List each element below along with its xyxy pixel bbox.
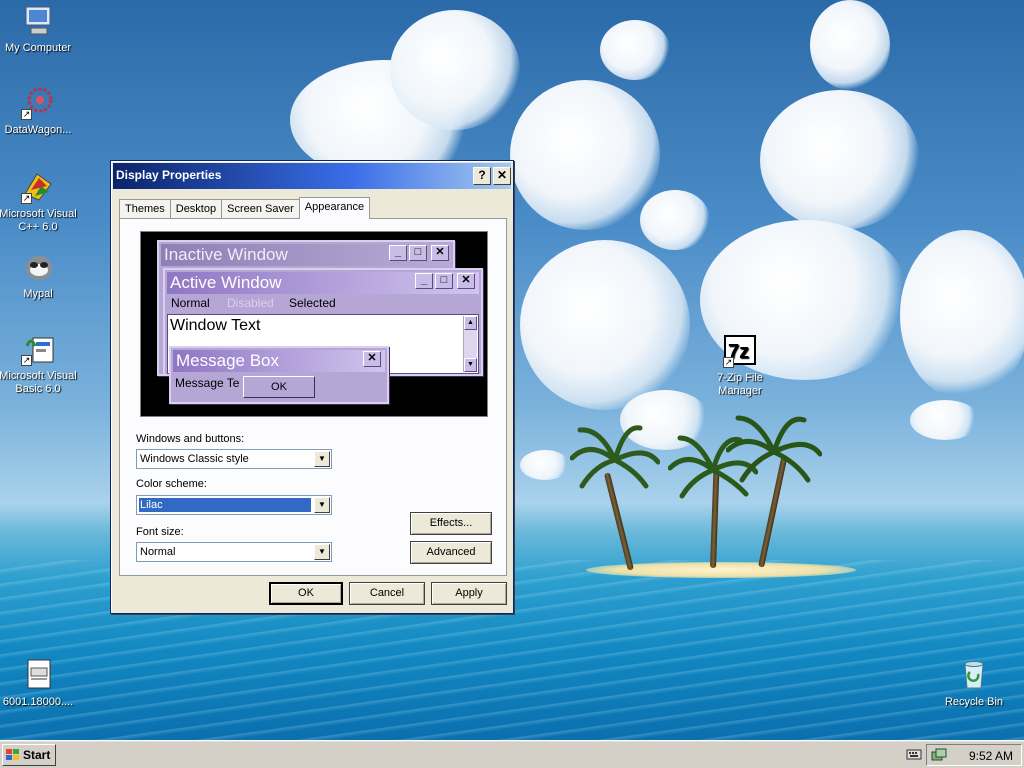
cancel-button[interactable]: Cancel xyxy=(349,582,425,605)
apply-button[interactable]: Apply xyxy=(431,582,507,605)
chevron-down-icon[interactable]: ▼ xyxy=(314,497,330,513)
computer-icon xyxy=(21,4,55,38)
shortcut-arrow-icon: ↗ xyxy=(21,109,32,120)
desktop-icon-7zip[interactable]: 7z ↗ 7-Zip File Manager xyxy=(700,334,780,398)
close-icon: ✕ xyxy=(457,273,475,289)
desktop-icon-my-computer[interactable]: My Computer xyxy=(0,4,78,55)
cloud xyxy=(520,450,570,480)
cloud xyxy=(640,190,710,250)
recycle-bin-icon xyxy=(957,658,991,692)
palm-crown xyxy=(570,425,660,489)
cloud xyxy=(600,20,670,80)
font-size-label: Font size: xyxy=(136,526,184,538)
visual-basic-icon: ↗ xyxy=(21,332,55,366)
preview-scrollbar: ▲ ▼ xyxy=(463,316,477,372)
7zip-icon: 7z ↗ xyxy=(723,334,757,368)
ok-button[interactable]: OK xyxy=(269,582,343,605)
preview-menu-normal: Normal xyxy=(171,296,210,310)
system-tray: 9:52 AM xyxy=(926,744,1022,766)
windows-buttons-value: Windows Classic style xyxy=(140,453,249,465)
chevron-down-icon[interactable]: ▼ xyxy=(314,451,330,467)
effects-button[interactable]: Effects... xyxy=(410,512,492,535)
cloud xyxy=(760,90,920,230)
desktop-icon-label: 7-Zip File Manager xyxy=(717,372,763,397)
preview-menu-disabled: Disabled xyxy=(227,296,274,310)
font-size-select[interactable]: Normal ▼ xyxy=(136,542,332,562)
cloud xyxy=(810,0,890,90)
desktop-icon-file[interactable]: 6001.18000.... xyxy=(0,658,78,709)
close-icon: ✕ xyxy=(431,245,449,261)
maximize-icon: □ xyxy=(409,245,427,261)
preview-message-box-title: Message Box xyxy=(173,350,385,372)
taskbar: Start 9:52 AM xyxy=(0,740,1024,768)
maximize-icon: □ xyxy=(435,273,453,289)
appearance-panel: Inactive Window _ □ ✕ Active Window _ □ … xyxy=(119,218,507,576)
preview-message-box: Message Box ✕ Message Te OK xyxy=(169,346,389,404)
desktop-icon-datawagon[interactable]: ↗ DataWagon... xyxy=(0,86,78,137)
preview-message-text: Message Te xyxy=(175,376,240,390)
keyboard-icon[interactable] xyxy=(906,747,922,764)
help-button[interactable]: ? xyxy=(473,167,491,185)
shortcut-arrow-icon: ↗ xyxy=(21,193,32,204)
desktop-icon-label: DataWagon... xyxy=(4,124,72,136)
cloud xyxy=(510,80,660,230)
shortcut-arrow-icon: ↗ xyxy=(21,355,32,366)
appearance-preview: Inactive Window _ □ ✕ Active Window _ □ … xyxy=(140,231,488,417)
windows-buttons-select[interactable]: Windows Classic style ▼ xyxy=(136,449,332,469)
desktop-icon-label: Microsoft Visual C++ 6.0 xyxy=(0,208,77,233)
cloud xyxy=(910,400,980,440)
tab-themes[interactable]: Themes xyxy=(119,199,171,219)
minimize-icon: _ xyxy=(389,245,407,261)
windows-logo-icon xyxy=(6,749,19,760)
color-scheme-value: Lilac xyxy=(138,497,312,513)
palm-crown xyxy=(726,415,822,483)
scroll-up-icon: ▲ xyxy=(464,316,477,330)
visual-cpp-icon: ↗ xyxy=(21,170,55,204)
cloud xyxy=(900,230,1024,400)
cloud xyxy=(520,240,690,410)
cloud xyxy=(390,10,520,130)
preview-inactive-title: Inactive Window xyxy=(161,244,451,266)
file-icon xyxy=(21,658,55,692)
preview-menu-selected: Selected xyxy=(289,296,336,310)
shortcut-arrow-icon: ↗ xyxy=(723,357,734,368)
network-icon[interactable] xyxy=(931,748,947,767)
start-button[interactable]: Start xyxy=(2,744,56,766)
color-scheme-select[interactable]: Lilac ▼ xyxy=(136,495,332,515)
datawagon-icon: ↗ xyxy=(21,86,55,120)
windows-buttons-label: Windows and buttons: xyxy=(136,433,245,445)
dialog-titlebar[interactable]: Display Properties ? ✕ xyxy=(113,163,511,189)
close-button[interactable]: ✕ xyxy=(493,167,511,185)
tab-appearance[interactable]: Appearance xyxy=(298,197,371,219)
desktop-icon-label: My Computer xyxy=(4,42,72,54)
tab-strip: Themes Desktop Screen Saver Appearance xyxy=(119,197,371,219)
desktop-icon-mypal[interactable]: Mypal xyxy=(0,250,78,301)
tab-screen-saver[interactable]: Screen Saver xyxy=(221,199,300,219)
preview-window-text: Window Text xyxy=(170,317,261,334)
start-label: Start xyxy=(23,748,51,762)
close-icon: ✕ xyxy=(363,351,381,367)
desktop-icon-label: Recycle Bin xyxy=(944,696,1004,708)
dialog-title: Display Properties xyxy=(116,168,222,182)
minimize-icon: _ xyxy=(415,273,433,289)
preview-ok-button: OK xyxy=(243,376,315,398)
color-scheme-label: Color scheme: xyxy=(136,478,207,490)
desktop-icon-label: 6001.18000.... xyxy=(2,696,74,708)
scroll-down-icon: ▼ xyxy=(464,358,477,372)
desktop-icon-visual-cpp[interactable]: ↗ Microsoft Visual C++ 6.0 xyxy=(0,170,78,234)
chevron-down-icon[interactable]: ▼ xyxy=(314,544,330,560)
font-size-value: Normal xyxy=(140,546,176,558)
tab-desktop[interactable]: Desktop xyxy=(169,199,223,219)
desktop-icon-label: Mypal xyxy=(23,288,53,300)
mypal-icon xyxy=(21,250,55,284)
advanced-button[interactable]: Advanced xyxy=(410,541,492,564)
desktop-icon-label: Microsoft Visual Basic 6.0 xyxy=(0,370,77,395)
desktop-icon-recycle-bin[interactable]: Recycle Bin xyxy=(934,658,1014,709)
clock[interactable]: 9:52 AM xyxy=(969,749,1013,763)
display-properties-dialog: Display Properties ? ✕ Themes Desktop Sc… xyxy=(110,160,514,614)
desktop-icon-visual-basic[interactable]: ↗ Microsoft Visual Basic 6.0 xyxy=(0,332,78,396)
